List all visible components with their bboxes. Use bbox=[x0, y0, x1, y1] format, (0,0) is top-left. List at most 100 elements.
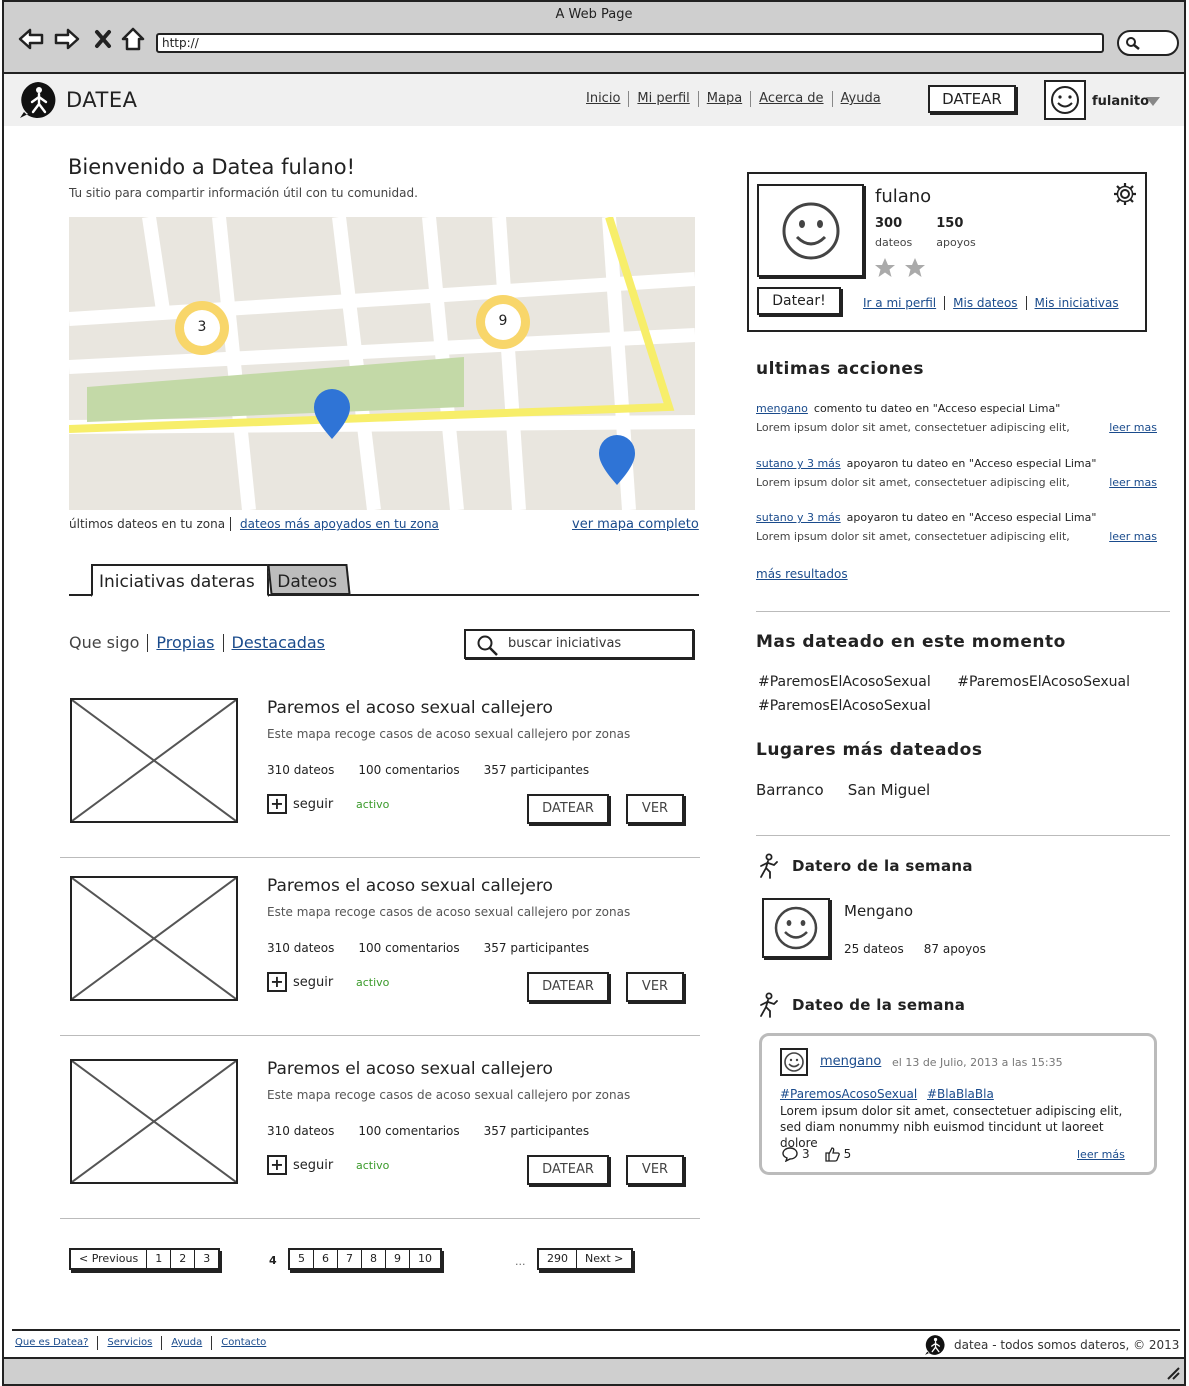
nav-mapa[interactable]: Mapa bbox=[699, 91, 752, 107]
initiative-search-input[interactable]: buscar iniciativas bbox=[464, 629, 694, 659]
address-bar[interactable]: http:// bbox=[156, 33, 1104, 53]
read-more-link[interactable]: leer más bbox=[1077, 1148, 1125, 1161]
place-link[interactable]: San Miguel bbox=[848, 781, 931, 799]
hashtag-link[interactable]: #ParemosElAcosoSexual bbox=[758, 698, 931, 714]
browser-search-field[interactable] bbox=[1117, 30, 1179, 56]
status-badge: activo bbox=[356, 798, 390, 811]
footer-link-contact[interactable]: Contacto bbox=[212, 1336, 275, 1350]
filter-propias[interactable]: Propias bbox=[148, 634, 224, 652]
footer-link-services[interactable]: Servicios bbox=[98, 1336, 163, 1350]
pagination-page[interactable]: 2 bbox=[171, 1250, 196, 1268]
map-view[interactable]: 3 9 bbox=[69, 217, 695, 510]
tab-dateos[interactable]: Dateos bbox=[267, 564, 351, 595]
pagination-page[interactable]: 10 bbox=[410, 1250, 440, 1268]
avatar[interactable] bbox=[762, 898, 830, 958]
ver-button[interactable]: VER bbox=[626, 794, 684, 824]
datear-button[interactable]: DATEAR bbox=[928, 85, 1016, 113]
filter-que-sigo[interactable]: Que sigo bbox=[69, 634, 149, 652]
avatar[interactable] bbox=[780, 1048, 808, 1076]
forward-icon[interactable] bbox=[52, 24, 82, 54]
pagination-previous[interactable]: < Previous bbox=[71, 1250, 148, 1268]
link-my-dateos[interactable]: Mis dateos bbox=[945, 296, 1027, 310]
back-icon[interactable] bbox=[16, 24, 46, 54]
follow-label: seguir bbox=[293, 1157, 334, 1173]
nav-mi-perfil[interactable]: Mi perfil bbox=[629, 91, 699, 107]
datear-button[interactable]: DATEAR bbox=[527, 794, 609, 824]
activity-user[interactable]: sutano y 3 más bbox=[756, 511, 841, 524]
datear-button[interactable]: Datear! bbox=[757, 287, 841, 315]
username-label[interactable]: fulanito bbox=[1092, 94, 1149, 109]
follow-button[interactable]: + seguir bbox=[267, 1155, 333, 1175]
datero-name[interactable]: Mengano bbox=[844, 902, 913, 920]
dateo-user-link[interactable]: mengano bbox=[820, 1054, 881, 1069]
read-more-link[interactable]: leer mas bbox=[1109, 421, 1157, 434]
follow-label: seguir bbox=[293, 796, 334, 812]
chevron-down-icon[interactable] bbox=[1146, 97, 1160, 106]
hashtag-link[interactable]: #ParemosElAcosoSexual bbox=[957, 674, 1130, 690]
dateos-count: 310 dateos bbox=[267, 763, 335, 777]
pagination-page[interactable]: 7 bbox=[338, 1250, 362, 1268]
welcome-subtitle: Tu sitio para compartir información útil… bbox=[69, 186, 418, 200]
map-cluster-count[interactable]: 3 bbox=[195, 319, 209, 335]
divider bbox=[756, 611, 1170, 612]
read-more-link[interactable]: leer mas bbox=[1109, 530, 1157, 543]
activity-user[interactable]: sutano y 3 más bbox=[756, 457, 841, 470]
hashtag-link[interactable]: #ParemosAcosoSexual bbox=[780, 1087, 917, 1101]
link-my-initiatives[interactable]: Mis iniciativas bbox=[1027, 296, 1127, 310]
tab-iniciativas[interactable]: Iniciativas dateras bbox=[91, 564, 269, 597]
pagination-page[interactable]: 290 bbox=[539, 1250, 577, 1268]
map-cluster-count[interactable]: 9 bbox=[496, 313, 510, 329]
map-link-top-supported[interactable]: dateos más apoyados en tu zona bbox=[230, 517, 439, 531]
pagination-page[interactable]: 6 bbox=[314, 1250, 338, 1268]
more-results-link[interactable]: más resultados bbox=[756, 567, 848, 581]
nav-acerca-de[interactable]: Acerca de bbox=[751, 91, 833, 107]
pagination-page[interactable]: 9 bbox=[386, 1250, 410, 1268]
site-logo[interactable]: DATEA bbox=[18, 80, 138, 120]
initiative-title[interactable]: Paremos el acoso sexual callejero bbox=[267, 876, 553, 896]
dateo-card: mengano el 13 de Julio, 2013 a las 15:35… bbox=[759, 1033, 1157, 1175]
ver-button[interactable]: VER bbox=[626, 1155, 684, 1185]
walker-icon bbox=[760, 853, 778, 879]
pagination-ellipsis: ... bbox=[515, 1255, 526, 1268]
avatar[interactable] bbox=[757, 184, 864, 277]
activity-user[interactable]: mengano bbox=[756, 402, 808, 415]
pagination-next[interactable]: Next > bbox=[577, 1250, 631, 1268]
datear-button[interactable]: DATEAR bbox=[527, 972, 609, 1002]
link-my-profile[interactable]: Ir a mi perfil bbox=[863, 296, 946, 310]
places-title: Lugares más dateados bbox=[756, 740, 983, 760]
comments-button[interactable]: 3 bbox=[782, 1146, 810, 1162]
home-icon[interactable] bbox=[118, 24, 148, 54]
initiative-title[interactable]: Paremos el acoso sexual callejero bbox=[267, 1059, 553, 1079]
datear-button[interactable]: DATEAR bbox=[527, 1155, 609, 1185]
user-avatar[interactable] bbox=[1044, 80, 1086, 120]
pagination-page[interactable]: 1 bbox=[147, 1250, 172, 1268]
activity-item: sutano y 3 más apoyaron tu dateo en "Acce… bbox=[756, 457, 1161, 489]
initiative-title[interactable]: Paremos el acoso sexual callejero bbox=[267, 698, 553, 718]
pagination-page[interactable]: 8 bbox=[362, 1250, 386, 1268]
smiley-icon bbox=[784, 1052, 804, 1072]
filter-destacadas[interactable]: Destacadas bbox=[224, 634, 333, 652]
stop-icon[interactable] bbox=[88, 24, 118, 54]
gear-icon[interactable] bbox=[1113, 182, 1137, 210]
divider bbox=[60, 1218, 700, 1219]
participants-count: 357 participantes bbox=[483, 941, 590, 955]
place-link[interactable]: Barranco bbox=[756, 781, 824, 799]
read-more-link[interactable]: leer mas bbox=[1109, 476, 1157, 489]
activity-text: apoyaron tu dateo en "Acceso especial Li… bbox=[846, 457, 1097, 470]
resize-grip-icon[interactable] bbox=[1164, 1364, 1180, 1380]
smiley-icon bbox=[774, 906, 818, 950]
follow-button[interactable]: + seguir bbox=[267, 972, 333, 992]
nav-inicio[interactable]: Inicio bbox=[578, 91, 630, 107]
hashtag-link[interactable]: #BlaBlaBla bbox=[927, 1087, 994, 1101]
like-button[interactable]: 5 bbox=[824, 1146, 851, 1162]
ver-button[interactable]: VER bbox=[626, 972, 684, 1002]
full-map-link[interactable]: ver mapa completo bbox=[572, 517, 699, 532]
pagination-page[interactable]: 5 bbox=[290, 1250, 314, 1268]
pagination-page[interactable]: 3 bbox=[195, 1250, 218, 1268]
hashtag-link[interactable]: #ParemosElAcosoSexual bbox=[758, 674, 931, 690]
nav-ayuda[interactable]: Ayuda bbox=[833, 91, 889, 107]
follow-button[interactable]: + seguir bbox=[267, 794, 333, 814]
footer-link-about[interactable]: Que es Datea? bbox=[15, 1336, 99, 1350]
dateo-week-title: Dateo de la semana bbox=[792, 996, 966, 1014]
footer-link-help[interactable]: Ayuda bbox=[162, 1336, 213, 1350]
